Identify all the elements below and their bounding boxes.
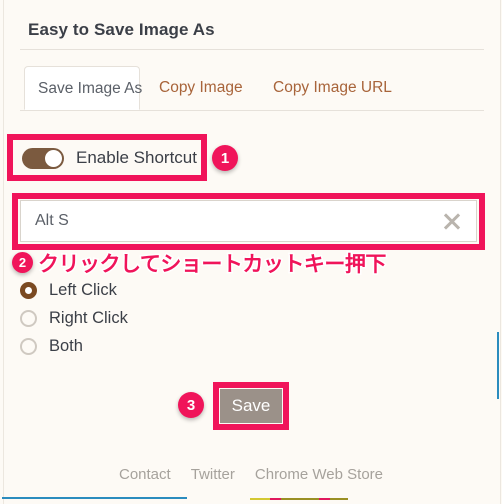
bottom-color-strip [250,498,348,500]
enable-shortcut-toggle[interactable] [22,147,64,169]
radio-right-click[interactable] [20,309,37,327]
tab-copy-image-url[interactable]: Copy Image URL [260,66,398,110]
footer-link-twitter[interactable]: Twitter [191,466,235,483]
shortcut-input-value: Alt S [35,212,69,229]
tab-save-image-as[interactable]: Save Image As [24,66,142,110]
radio-label-right-click: Right Click [49,308,128,327]
shortcut-input[interactable]: Alt S [20,200,477,242]
page-right-border [500,0,501,504]
radio-both[interactable] [20,337,37,355]
enable-shortcut-label: Enable Shortcut [76,148,197,167]
toggle-knob-icon [45,149,62,167]
strip-segment [270,498,281,500]
enable-shortcut-row[interactable]: Enable Shortcut [22,144,197,172]
strip-segment [281,498,319,500]
radio-row-both[interactable]: Both [20,332,260,360]
annotation-note-japanese: クリックしてショートカットキー押下 [37,251,388,278]
radio-row-left-click[interactable]: Left Click [20,276,260,304]
annotation-badge-3: 3 [178,392,204,418]
page-left-border [3,0,4,504]
bottom-blue-rule [2,497,187,499]
click-type-radio-group: Left Click Right Click Both [20,276,260,360]
tab-bar: Save Image As Copy Image Copy Image URL [20,66,484,110]
page-title: Easy to Save Image As [28,20,215,39]
footer-link-chrome-web-store[interactable]: Chrome Web Store [255,466,383,483]
footer-links: Contact Twitter Chrome Web Store [0,466,502,483]
close-x-icon[interactable] [440,209,464,233]
strip-segment [319,498,330,500]
radio-label-left-click: Left Click [49,280,117,299]
footer-link-contact[interactable]: Contact [119,466,171,483]
right-edge-blue-rule [497,332,499,399]
tab-copy-image[interactable]: Copy Image [146,66,250,110]
annotation-badge-1: 1 [212,145,238,171]
annotation-badge-2: 2 [12,252,33,273]
strip-segment [330,498,348,500]
radio-left-click[interactable] [20,281,37,299]
save-button[interactable]: Save [220,389,282,423]
radio-row-right-click[interactable]: Right Click [20,304,260,332]
strip-segment [250,498,270,500]
radio-label-both: Both [49,336,83,355]
title-divider [20,49,484,50]
extension-popup-page: Easy to Save Image As Save Image As Copy… [0,0,502,504]
